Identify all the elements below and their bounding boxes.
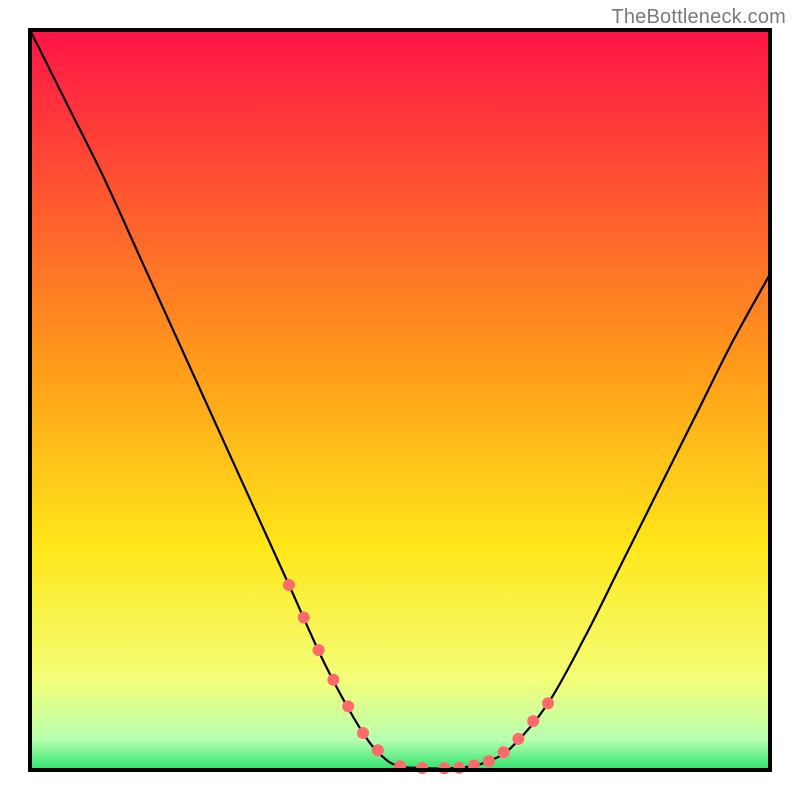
curve-marker <box>527 715 539 727</box>
curve-marker <box>357 727 369 739</box>
attribution-label: TheBottleneck.com <box>611 6 786 29</box>
curve-marker <box>372 744 384 756</box>
curve-marker <box>313 644 325 656</box>
curve-marker <box>283 579 295 591</box>
curve-marker <box>498 746 510 758</box>
chart-svg <box>0 0 800 800</box>
curve-marker <box>327 674 339 686</box>
plot-background <box>30 30 770 770</box>
curve-marker <box>483 755 495 767</box>
curve-marker <box>512 733 524 745</box>
curve-marker <box>542 697 554 709</box>
curve-marker <box>342 700 354 712</box>
curve-marker <box>298 612 310 624</box>
